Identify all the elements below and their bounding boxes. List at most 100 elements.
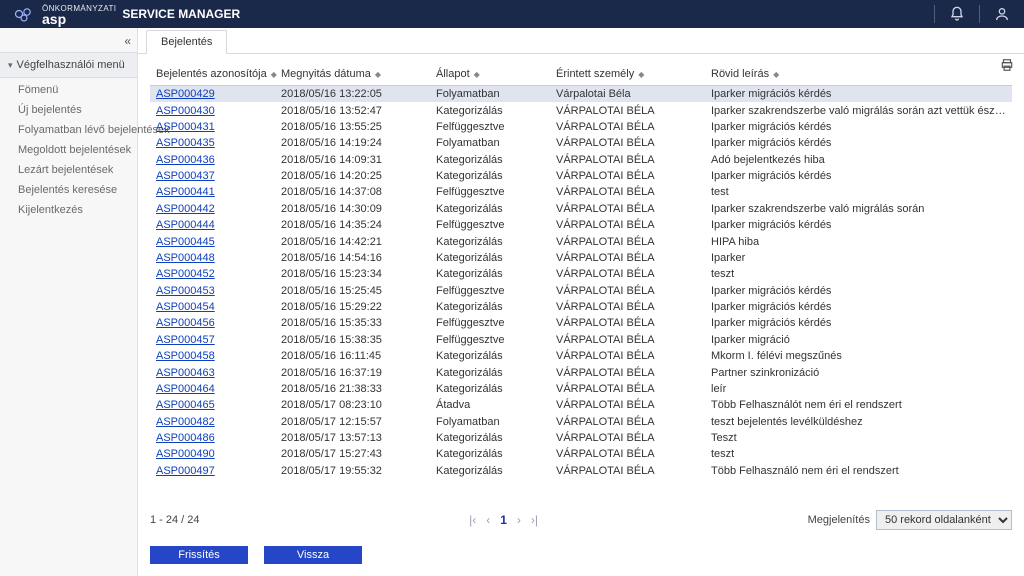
table-row[interactable]: ASP0004312018/05/16 13:55:25Felfüggesztv… (150, 119, 1012, 135)
page-size: Megjelenítés 50 rekord oldalanként (808, 510, 1012, 530)
cell-date: 2018/05/16 13:55:25 (275, 119, 430, 135)
sidebar-item-kereses[interactable]: Bejelentés keresése (0, 180, 137, 200)
sidebar-menu-header[interactable]: ▾ Végfelhasználói menü (0, 52, 137, 78)
page-size-select[interactable]: 50 rekord oldalanként (876, 510, 1012, 530)
cell-person: VÁRPALOTAI BÉLA (550, 463, 705, 479)
report-id-link[interactable]: ASP000448 (156, 252, 215, 264)
report-id-link[interactable]: ASP000431 (156, 121, 215, 133)
table-row[interactable]: ASP0004572018/05/16 15:38:35Felfüggesztv… (150, 332, 1012, 348)
report-id-link[interactable]: ASP000435 (156, 137, 215, 149)
cell-person: VÁRPALOTAI BÉLA (550, 397, 705, 413)
table-row[interactable]: ASP000445 2018/05/16 14:42:21Kategorizálá… (150, 233, 1012, 249)
report-id-link[interactable]: ASP000442 (156, 203, 215, 215)
collapse-sidebar-icon[interactable]: « (124, 34, 131, 48)
cell-date: 2018/05/17 12:15:57 (275, 414, 430, 430)
sidebar-item-lezart[interactable]: Lezárt bejelentések (0, 160, 137, 180)
table-row[interactable]: ASP0004362018/05/16 14:09:31Kategorizálá… (150, 152, 1012, 168)
report-id-link[interactable]: ASP000445 (156, 236, 215, 248)
user-icon[interactable] (992, 4, 1012, 24)
sidebar-item-uj[interactable]: Új bejelentés (0, 100, 137, 120)
report-id-link[interactable]: ASP000457 (156, 334, 215, 346)
table-row[interactable]: ASP0004412018/05/16 14:37:08Felfüggesztv… (150, 184, 1012, 200)
report-id-link[interactable]: ASP000454 (156, 301, 215, 313)
sidebar-item-megoldott[interactable]: Megoldott bejelentések (0, 140, 137, 160)
report-id-link[interactable]: ASP000456 (156, 317, 215, 329)
report-id-link[interactable]: ASP000453 (156, 285, 215, 297)
table-row[interactable]: ASP0004482018/05/16 14:54:16Kategorizálá… (150, 250, 1012, 266)
cell-person: VÁRPALOTAI BÉLA (550, 332, 705, 348)
sort-icon: ◆ (773, 70, 779, 79)
cell-person: Várpalotai Béla (550, 86, 705, 103)
table-row[interactable]: ASP0004292018/05/16 13:22:05FolyamatbanV… (150, 86, 1012, 103)
cell-state: Kategorizálás (430, 102, 550, 118)
table-row[interactable]: ASP0004542018/05/16 15:29:22Kategorizálá… (150, 299, 1012, 315)
sort-icon: ◆ (638, 70, 644, 79)
table-row[interactable]: ASP0004532018/05/16 15:25:45Felfüggesztv… (150, 283, 1012, 299)
table-row[interactable]: ASP0004442018/05/16 14:35:24Felfüggesztv… (150, 217, 1012, 233)
table-row[interactable]: ASP0004972018/05/17 19:55:32Kategorizálá… (150, 463, 1012, 479)
divider (979, 5, 980, 23)
report-id-link[interactable]: ASP000437 (156, 170, 215, 182)
report-id-link[interactable]: ASP000490 (156, 448, 215, 460)
col-date[interactable]: Megnyitás dátuma◆ (275, 64, 430, 86)
report-id-link[interactable]: ASP000497 (156, 465, 215, 477)
table-row[interactable]: ASP0004372018/05/16 14:20:25Kategorizálá… (150, 168, 1012, 184)
cell-person: VÁRPALOTAI BÉLA (550, 152, 705, 168)
cell-desc: Iparker migrációs kérdés (705, 217, 1012, 233)
table-row[interactable]: ASP0004632018/05/16 16:37:19Kategorizálá… (150, 364, 1012, 380)
cell-person: VÁRPALOTAI BÉLA (550, 119, 705, 135)
notifications-icon[interactable] (947, 4, 967, 24)
page-size-label: Megjelenítés (808, 514, 870, 526)
report-id-link[interactable]: ASP000464 (156, 383, 215, 395)
table-row[interactable]: ASP0004642018/05/16 21:38:33Kategorizálá… (150, 381, 1012, 397)
cell-date: 2018/05/16 15:29:22 (275, 299, 430, 315)
col-desc[interactable]: Rövid leírás◆ (705, 64, 1012, 86)
cell-date: 2018/05/16 15:25:45 (275, 283, 430, 299)
cell-date: 2018/05/16 14:42:21 (275, 233, 430, 249)
sidebar-item-folyamatban[interactable]: Folyamatban lévő bejelentések (0, 120, 137, 140)
cell-state: Kategorizálás (430, 233, 550, 249)
table-row[interactable]: ASP0004422018/05/16 14:30:09Kategorizálá… (150, 201, 1012, 217)
cell-person: VÁRPALOTAI BÉLA (550, 266, 705, 282)
report-id-link[interactable]: ASP000463 (156, 367, 215, 379)
col-state[interactable]: Állapot◆ (430, 64, 550, 86)
pager-last-icon[interactable]: ›| (531, 513, 538, 527)
table-row[interactable]: ASP0004862018/05/17 13:57:13Kategorizálá… (150, 430, 1012, 446)
cell-person: VÁRPALOTAI BÉLA (550, 381, 705, 397)
report-id-link[interactable]: ASP000430 (156, 105, 215, 117)
table-row[interactable]: ASP0004582018/05/16 16:11:45Kategorizálá… (150, 348, 1012, 364)
back-button[interactable]: Vissza (264, 546, 362, 564)
col-id[interactable]: Bejelentés azonosítója◆ (150, 64, 275, 86)
tab-bejelentes[interactable]: Bejelentés (146, 30, 227, 54)
col-person[interactable]: Érintett személy◆ (550, 64, 705, 86)
report-id-link[interactable]: ASP000458 (156, 350, 215, 362)
report-id-link[interactable]: ASP000441 (156, 186, 215, 198)
pager-first-icon[interactable]: |‹ (469, 513, 476, 527)
logo-icon (12, 2, 36, 26)
report-id-link[interactable]: ASP000444 (156, 219, 215, 231)
table-row[interactable]: ASP0004562018/05/16 15:35:33Felfüggesztv… (150, 315, 1012, 331)
sidebar-item-kijelentkezes[interactable]: Kijelentkezés (0, 200, 137, 220)
sidebar: « ▾ Végfelhasználói menü Fömenü Új bejel… (0, 28, 138, 576)
report-id-link[interactable]: ASP000486 (156, 432, 215, 444)
table-row[interactable]: ASP0004822018/05/17 12:15:57FolyamatbanV… (150, 414, 1012, 430)
refresh-button[interactable]: Frissítés (150, 546, 248, 564)
sidebar-item-fomenu[interactable]: Fömenü (0, 80, 137, 100)
table-row[interactable]: ASP0004302018/05/16 13:52:47Kategorizálá… (150, 102, 1012, 118)
cell-desc: teszt (705, 446, 1012, 462)
pager-next-icon[interactable]: › (517, 513, 521, 527)
report-id-link[interactable]: ASP000436 (156, 154, 215, 166)
report-id-link[interactable]: ASP000429 (156, 88, 215, 100)
cell-desc: leír (705, 381, 1012, 397)
table-row[interactable]: ASP0004652018/05/17 08:23:10ÁtadvaVÁRPAL… (150, 397, 1012, 413)
cell-date: 2018/05/16 14:35:24 (275, 217, 430, 233)
pager-prev-icon[interactable]: ‹ (486, 513, 490, 527)
table-row[interactable]: ASP0004902018/05/17 15:27:43Kategorizálá… (150, 446, 1012, 462)
report-id-link[interactable]: ASP000452 (156, 268, 215, 280)
pager-current-page: 1 (500, 513, 507, 527)
cell-desc: teszt bejelentés levélküldéshez (705, 414, 1012, 430)
table-row[interactable]: ASP0004522018/05/16 15:23:34Kategorizálá… (150, 266, 1012, 282)
table-row[interactable]: ASP0004352018/05/16 14:19:24FolyamatbanV… (150, 135, 1012, 151)
report-id-link[interactable]: ASP000465 (156, 399, 215, 411)
report-id-link[interactable]: ASP000482 (156, 416, 215, 428)
